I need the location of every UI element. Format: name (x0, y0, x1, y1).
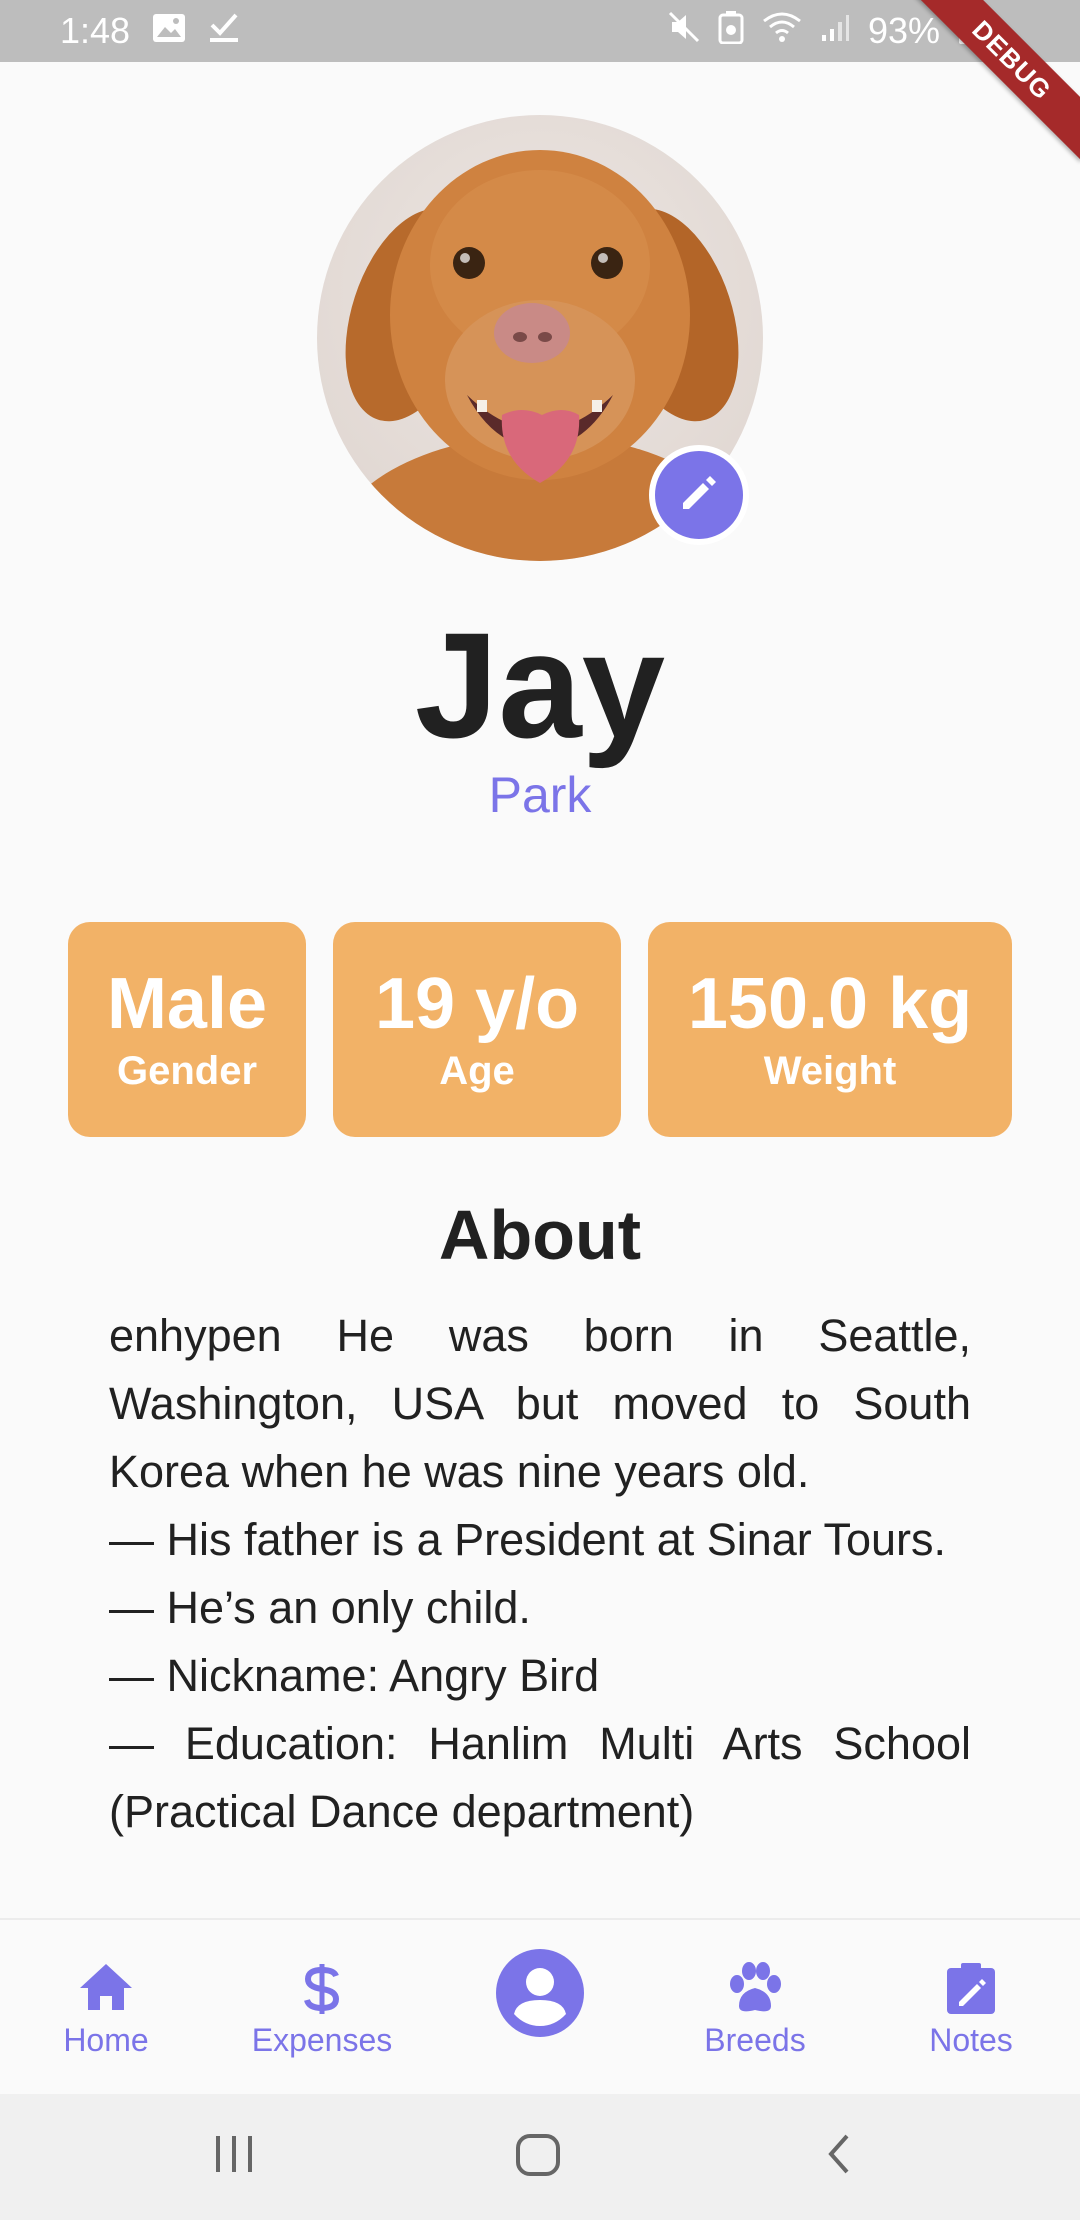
stat-value: Male (106, 964, 268, 1044)
nav-item-home[interactable]: Home (6, 1920, 206, 2096)
about-paragraph: — His father is a President at Sinar Tou… (109, 1514, 947, 1565)
stat-label: Gender (116, 1049, 258, 1093)
bottom-navigation: Home Expenses Breeds Notes (0, 1918, 1080, 2094)
stat-card-age: 19 y/o Age (333, 922, 621, 1137)
wifi-icon (762, 10, 802, 52)
image-icon (152, 10, 186, 52)
account-icon (495, 1948, 585, 2043)
nav-item-profile[interactable] (440, 1920, 640, 2096)
stat-label: Weight (763, 1049, 897, 1093)
about-title: About (438, 1196, 642, 1274)
note-edit-icon (945, 1962, 997, 2021)
pencil-icon (677, 471, 721, 520)
battery-saver-icon (718, 10, 744, 53)
back-icon[interactable] (815, 2124, 865, 2189)
edit-photo-button[interactable] (649, 445, 749, 545)
battery-text: 93% (867, 10, 940, 51)
profile-avatar[interactable] (317, 115, 763, 561)
status-left: 1:48 (60, 10, 240, 52)
about-paragraph: — Nickname: Angry Bird (109, 1650, 600, 1701)
nav-item-expenses[interactable]: Expenses (222, 1920, 422, 2096)
nav-label: Expenses (251, 2022, 393, 2058)
stat-card-weight: 150.0 kg Weight (648, 922, 1012, 1137)
recent-apps-icon[interactable] (210, 2124, 260, 2189)
nav-item-notes[interactable]: Notes (871, 1920, 1071, 2096)
nav-label: Notes (929, 2022, 1013, 2058)
profile-last-name: Park (488, 767, 592, 823)
nav-label: Home (63, 2022, 149, 2058)
stat-value: 150.0 kg (687, 964, 973, 1044)
nav-item-breeds[interactable]: Breeds (655, 1920, 855, 2096)
stat-card-gender: Male Gender (68, 922, 306, 1137)
about-paragraph: — Education: Hanlim Multi Arts School (P… (109, 1718, 971, 1837)
signal-icon (820, 10, 850, 52)
status-bar: 1:48 93% (0, 0, 1080, 62)
status-right: 93% (668, 8, 980, 54)
home-icon (78, 1962, 134, 2017)
about-paragraph: enhypen He was born in Seattle, Washingt… (109, 1310, 971, 1497)
about-paragraph: — He’s an only child. (109, 1582, 531, 1633)
checkmark-icon (208, 10, 240, 52)
nav-label: Breeds (704, 2022, 806, 2058)
status-time: 1:48 (60, 10, 131, 51)
about-text: enhypen He was born in Seattle, Washingt… (109, 1302, 971, 1846)
profile-first-name: Jay (414, 601, 666, 769)
paw-icon (727, 1962, 783, 2021)
system-navigation-bar (0, 2094, 1080, 2220)
stat-value: 19 y/o (374, 964, 580, 1044)
stat-label: Age (439, 1049, 515, 1093)
mute-icon (668, 10, 700, 52)
dollar-icon (302, 1962, 342, 2021)
home-button-icon[interactable] (510, 2124, 570, 2189)
